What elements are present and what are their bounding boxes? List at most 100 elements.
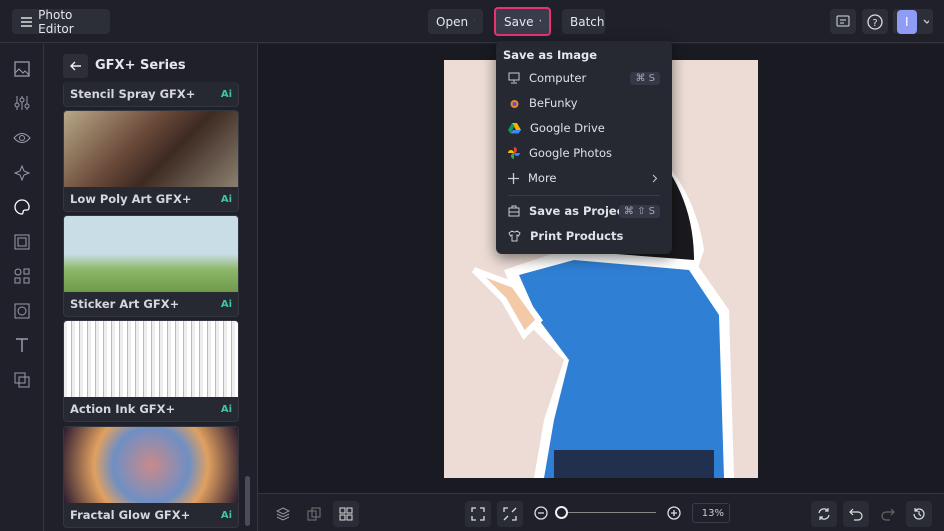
save-befunky[interactable]: BeFunky — [496, 91, 672, 115]
save-google-photos[interactable]: Google Photos — [496, 141, 672, 165]
chat-icon — [836, 15, 850, 26]
effect-thumbnail — [64, 111, 238, 187]
zoom-in-icon — [667, 506, 681, 520]
effect-thumbnail — [64, 216, 238, 292]
zoom-in-button[interactable] — [667, 506, 681, 520]
scrollbar[interactable] — [245, 476, 250, 526]
print-products[interactable]: Print Products — [496, 224, 672, 248]
image-icon[interactable] — [13, 60, 31, 78]
overlay-icon[interactable] — [13, 371, 31, 389]
befunky-icon — [510, 100, 519, 108]
expand-icon — [471, 507, 485, 521]
effect-card[interactable]: Low Poly Art GFX+ Ai — [63, 110, 239, 212]
layers-button[interactable] — [270, 501, 296, 527]
effect-label: Action Ink GFX+ — [70, 402, 176, 416]
graphics-icon[interactable] — [13, 267, 31, 285]
save-more[interactable]: More — [496, 166, 672, 190]
help-button[interactable]: ? — [862, 9, 888, 34]
texture-icon[interactable] — [13, 302, 31, 320]
actual-size-button[interactable] — [497, 501, 523, 527]
save-button[interactable]: Save — [494, 7, 551, 36]
top-bar: Photo Editor Open Save Batch ? I — [0, 0, 944, 43]
chevron-down-icon — [474, 19, 475, 21]
history-icon — [913, 508, 925, 520]
grid-button[interactable] — [333, 501, 359, 527]
effect-label: Low Poly Art GFX+ — [70, 192, 192, 206]
tool-rail — [0, 44, 44, 531]
save-label: Save — [504, 14, 534, 29]
zoom-value[interactable]: 13% — [692, 503, 730, 523]
effect-label: Sticker Art GFX+ — [70, 297, 180, 311]
ai-badge: Ai — [220, 298, 232, 310]
undo-icon — [849, 508, 863, 521]
save-google-drive[interactable]: Google Drive — [496, 116, 672, 140]
text-icon[interactable] — [13, 336, 31, 354]
menu-heading: Save as Image — [503, 48, 598, 62]
arrow-left-icon — [69, 61, 81, 71]
briefcase-icon — [508, 205, 520, 217]
eye-icon[interactable] — [13, 129, 31, 147]
zoom-slider[interactable] — [560, 512, 656, 513]
open-label: Open — [436, 14, 469, 29]
ai-badge: Ai — [220, 509, 232, 521]
chevron-down-icon — [923, 19, 929, 24]
back-button[interactable] — [63, 54, 88, 78]
batch-button[interactable]: Batch — [562, 9, 605, 34]
main-menu-button[interactable]: Photo Editor — [12, 7, 110, 36]
fit-screen-button[interactable] — [465, 501, 491, 527]
save-menu: Save as Image Computer ⌘ S BeFunky Googl… — [496, 41, 672, 254]
effect-card[interactable]: Action Ink GFX+ Ai — [63, 320, 239, 422]
zoom-out-button[interactable] — [534, 506, 548, 520]
redo-button[interactable] — [875, 501, 901, 527]
tshirt-icon — [508, 230, 521, 242]
zoom-out-icon — [534, 506, 548, 520]
effect-thumbnail — [64, 321, 238, 397]
palette-icon[interactable] — [13, 198, 31, 216]
panel-title: GFX+ Series — [95, 58, 186, 73]
account-button[interactable]: I — [893, 9, 933, 34]
google-photos-icon — [508, 147, 520, 159]
menu-label: Print Products — [530, 229, 624, 243]
frame-icon[interactable] — [13, 233, 31, 251]
shortcut: ⌘ ⇧ S — [618, 204, 660, 218]
menu-label: Google Photos — [529, 146, 613, 160]
menu-label: Save as Project — [529, 204, 630, 218]
help-icon: ? — [867, 13, 883, 30]
bottom-toolbar: 13% — [258, 493, 944, 531]
avatar: I — [897, 9, 917, 34]
ai-badge: Ai — [220, 403, 232, 415]
effect-card[interactable]: Fractal Glow GFX+ Ai — [63, 426, 239, 528]
undo-button[interactable] — [843, 501, 869, 527]
save-computer[interactable]: Computer ⌘ S — [496, 66, 672, 90]
menu-label: More — [528, 171, 557, 185]
shrink-icon — [503, 507, 517, 521]
reset-button[interactable] — [811, 501, 837, 527]
chevron-right-icon — [652, 174, 658, 182]
sparkle-icon[interactable] — [13, 164, 31, 182]
zoom-slider-handle[interactable] — [554, 506, 568, 519]
compare-button[interactable] — [301, 501, 327, 527]
effect-card[interactable]: Stencil Spray GFX+ Ai — [63, 82, 239, 107]
history-button[interactable] — [906, 501, 932, 527]
open-button[interactable]: Open — [428, 9, 483, 34]
effect-label: Stencil Spray GFX+ — [70, 87, 196, 101]
adjust-icon[interactable] — [13, 94, 31, 112]
save-as-project[interactable]: Save as Project ⌘ ⇧ S — [496, 199, 672, 223]
ai-badge: Ai — [220, 88, 232, 100]
feedback-button[interactable] — [830, 9, 856, 34]
effects-panel: GFX+ Series Stencil Spray GFX+ Ai Low Pol… — [44, 44, 258, 531]
batch-label: Batch — [570, 14, 605, 29]
monitor-icon — [508, 72, 520, 84]
menu-label: BeFunky — [529, 96, 578, 110]
grid-icon — [339, 507, 353, 521]
menu-label: Computer — [529, 71, 587, 85]
menu-divider — [508, 195, 660, 196]
app-title: Photo Editor — [38, 7, 74, 36]
svg-text:?: ? — [872, 18, 877, 29]
refresh-icon — [818, 508, 830, 520]
chevron-down-icon — [540, 19, 541, 21]
layers-icon — [276, 507, 290, 521]
menu-label: Google Drive — [530, 121, 605, 135]
effect-card[interactable]: Sticker Art GFX+ Ai — [63, 215, 239, 317]
hamburger-icon — [21, 16, 33, 27]
